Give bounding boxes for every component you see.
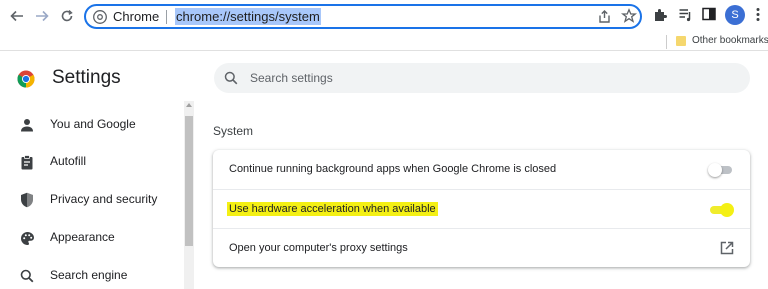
side-panel-icon[interactable] xyxy=(702,7,716,21)
share-icon[interactable] xyxy=(597,9,612,24)
search-icon xyxy=(19,268,35,284)
row-label: Use hardware acceleration when available xyxy=(227,202,438,216)
highlighted-label: Use hardware acceleration when available xyxy=(227,202,438,216)
person-icon xyxy=(19,117,35,133)
bookmarks-bar: Other bookmarks xyxy=(0,33,768,51)
background-apps-toggle[interactable] xyxy=(708,163,734,177)
sidebar-item-label: You and Google xyxy=(50,117,136,131)
sidebar-scrollbar-thumb[interactable] xyxy=(185,116,193,246)
search-placeholder: Search settings xyxy=(250,71,333,85)
toggle-knob xyxy=(708,163,722,177)
row-label: Continue running background apps when Go… xyxy=(229,163,557,175)
reading-list-icon[interactable] xyxy=(678,7,693,22)
external-link-icon[interactable] xyxy=(720,241,734,255)
extensions-icon[interactable] xyxy=(653,7,668,22)
arrow-right-icon xyxy=(36,10,49,22)
search-icon xyxy=(224,71,238,85)
back-button[interactable] xyxy=(7,6,27,26)
scroll-up-arrow-icon[interactable] xyxy=(186,103,192,107)
omnibox-chip-label: Chrome xyxy=(113,9,160,24)
sidebar-item-label: Search engine xyxy=(50,268,128,282)
sidebar-item-appearance[interactable]: Appearance xyxy=(0,226,180,250)
folder-icon[interactable] xyxy=(676,36,686,46)
sidebar-item-label: Privacy and security xyxy=(50,192,158,206)
chrome-logo-icon xyxy=(93,10,107,24)
other-bookmarks-link[interactable]: Other bookmarks xyxy=(692,34,768,48)
hardware-acceleration-row[interactable]: Use hardware acceleration when available xyxy=(213,189,750,228)
browser-toolbar: Chrome chrome://settings/system S xyxy=(0,0,768,33)
row-label: Open your computer's proxy settings xyxy=(229,242,408,254)
profile-avatar[interactable]: S xyxy=(725,5,745,25)
page-title: Settings xyxy=(52,67,121,88)
menu-kebab-icon[interactable] xyxy=(753,7,763,22)
hardware-acceleration-toggle[interactable] xyxy=(708,203,734,217)
bookmarks-divider xyxy=(666,35,667,49)
system-settings-card: Continue running background apps when Go… xyxy=(213,150,750,267)
reload-icon xyxy=(61,9,73,22)
forward-button[interactable] xyxy=(32,6,52,26)
sidebar-item-label: Appearance xyxy=(50,230,115,244)
chrome-logo-icon xyxy=(17,70,35,88)
address-bar[interactable]: Chrome chrome://settings/system xyxy=(84,4,642,29)
background-apps-row[interactable]: Continue running background apps when Go… xyxy=(213,150,750,189)
clipboard-icon xyxy=(19,154,35,170)
palette-icon xyxy=(19,230,35,246)
bookmark-star-icon[interactable] xyxy=(621,8,637,24)
proxy-settings-row[interactable]: Open your computer's proxy settings xyxy=(213,228,750,267)
sidebar-item-label: Autofill xyxy=(50,154,87,168)
shield-icon xyxy=(19,192,35,208)
arrow-left-icon xyxy=(10,10,23,22)
url-text[interactable]: chrome://settings/system xyxy=(175,8,321,25)
sidebar-item-you-and-google[interactable]: You and Google xyxy=(0,113,180,137)
search-settings-input[interactable]: Search settings xyxy=(214,63,750,93)
sidebar-item-autofill[interactable]: Autofill xyxy=(0,150,180,174)
sidebar-item-search-engine[interactable]: Search engine xyxy=(0,264,180,288)
sidebar-item-privacy-and-security[interactable]: Privacy and security xyxy=(0,188,180,212)
section-title: System xyxy=(213,124,254,138)
reload-button[interactable] xyxy=(57,6,77,26)
toggle-knob xyxy=(720,203,734,217)
omnibox-divider xyxy=(166,10,167,24)
